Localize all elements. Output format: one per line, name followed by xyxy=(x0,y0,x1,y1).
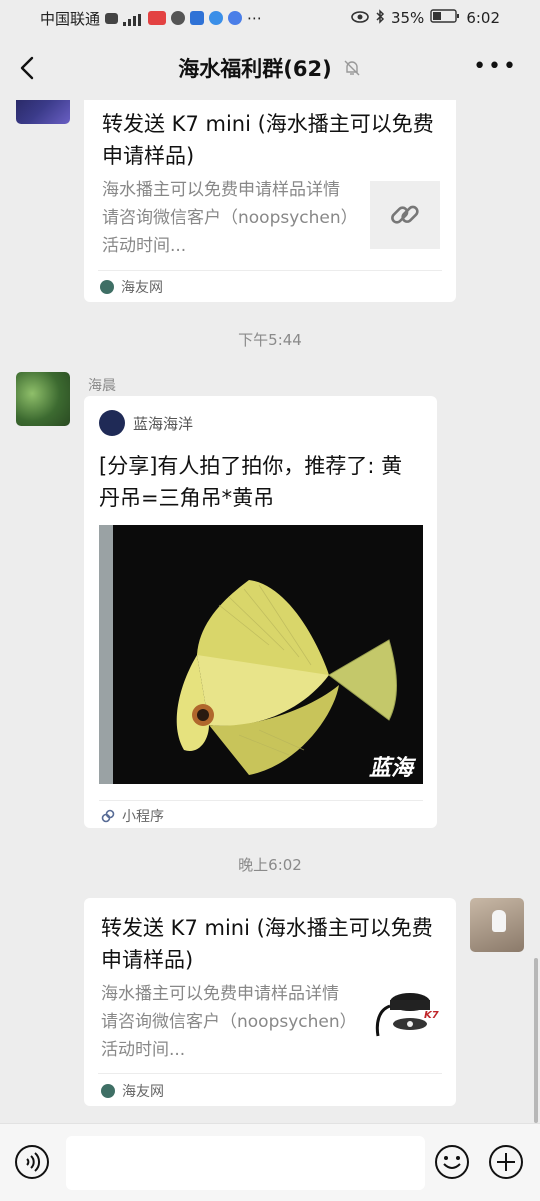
signal-icon xyxy=(123,12,143,26)
battery-percent: 35% xyxy=(390,9,425,27)
app-name: 蓝海海洋 xyxy=(133,414,194,433)
product-thumbnail: K7 xyxy=(372,984,442,1054)
more-notifications-icon: ⋯ xyxy=(247,9,263,27)
scrollbar[interactable] xyxy=(534,958,538,1123)
avatar-figure xyxy=(492,910,506,932)
source-label: 小程序 xyxy=(122,809,164,825)
battery-icon xyxy=(430,8,460,28)
voice-button[interactable] xyxy=(14,1144,50,1180)
music-icon xyxy=(228,11,243,25)
status-bar: 中国联通 ⋯ 35% 6:02 xyxy=(0,0,540,36)
cloud-icon xyxy=(190,11,205,25)
watermark: 蓝海 xyxy=(369,756,417,781)
card-source: 小程序 xyxy=(101,806,164,826)
link-card[interactable]: 转发送 K7 mini (海水播主可以免费申请样品) 海水播主可以免费申请样品详… xyxy=(84,100,456,302)
avatar[interactable] xyxy=(470,898,524,952)
more-icon: ••• xyxy=(473,54,518,79)
card-source: 海友网 xyxy=(101,1081,164,1101)
source-label: 海友网 xyxy=(121,280,163,296)
card-divider xyxy=(98,270,442,271)
carrier-label: 中国联通 xyxy=(40,9,101,28)
link-icon xyxy=(391,205,419,224)
card-title: [分享]有人拍了拍你，推荐了: 黄丹吊=三角吊*黄吊 xyxy=(99,454,403,510)
link-thumbnail xyxy=(370,181,440,249)
card-source: 海友网 xyxy=(100,277,163,297)
app-logo-icon xyxy=(99,410,125,436)
message-timestamp: 下午5:44 xyxy=(238,331,302,349)
mute-bell-icon xyxy=(344,60,360,76)
clock: 6:02 xyxy=(466,9,500,27)
haiyou-icon xyxy=(101,1084,115,1098)
chat-header: 海水福利群(62) ••• xyxy=(0,36,540,100)
message-timestamp: 晚上6:02 xyxy=(238,856,302,874)
card-divider xyxy=(99,800,423,801)
message-input[interactable] xyxy=(66,1136,425,1190)
hd-icon xyxy=(105,12,119,24)
link-card[interactable]: 转发送 K7 mini (海水播主可以免费申请样品) 海水播主可以免费申请样品详… xyxy=(84,898,456,1106)
haiyou-icon xyxy=(100,280,114,294)
card-divider xyxy=(98,1073,442,1074)
eye-icon xyxy=(351,9,369,27)
chat-title: 海水福利群(62) xyxy=(178,57,332,81)
sender-name: 海晨 xyxy=(88,378,116,394)
emoji-icon xyxy=(435,1145,469,1179)
voice-icon xyxy=(15,1145,49,1179)
card-title: 转发送 K7 mini (海水播主可以免费申请样品) xyxy=(101,916,433,972)
avatar[interactable] xyxy=(16,372,70,426)
more-functions-button[interactable] xyxy=(488,1144,524,1180)
card-description: 海水播主可以免费申请样品详情请咨询微信客户（noopsychen）活动时间... xyxy=(101,984,349,1060)
bulb-icon xyxy=(209,11,224,25)
source-label: 海友网 xyxy=(122,1084,164,1100)
card-title: 转发送 K7 mini (海水播主可以免费申请样品) xyxy=(102,112,434,168)
mini-program-card[interactable]: 蓝海海洋 [分享]有人拍了拍你，推荐了: 黄丹吊=三角吊*黄吊 蓝海 小程序 xyxy=(84,396,437,828)
mini-program-icon xyxy=(101,809,115,823)
back-arrow-icon xyxy=(20,56,34,80)
chat-message-list[interactable]: 转发送 K7 mini (海水播主可以免费申请样品) 海水播主可以免费申请样品详… xyxy=(0,100,540,1123)
card-description: 海水播主可以免费申请样品详情请咨询微信客户（noopsychen）活动时间... xyxy=(102,180,350,256)
fish-image: 蓝海 xyxy=(99,525,423,784)
qq-icon xyxy=(171,11,186,25)
back-button[interactable] xyxy=(14,50,48,86)
mini-program-header: 蓝海海洋 xyxy=(99,410,193,436)
plus-icon xyxy=(489,1145,523,1179)
bluetooth-icon xyxy=(375,8,385,28)
thumb-logo: K7 xyxy=(424,1010,439,1021)
emoji-button[interactable] xyxy=(434,1144,470,1180)
input-bar xyxy=(0,1123,540,1201)
more-button[interactable]: ••• xyxy=(473,54,518,79)
app-notification-icon xyxy=(148,11,167,25)
avatar[interactable] xyxy=(16,100,70,124)
